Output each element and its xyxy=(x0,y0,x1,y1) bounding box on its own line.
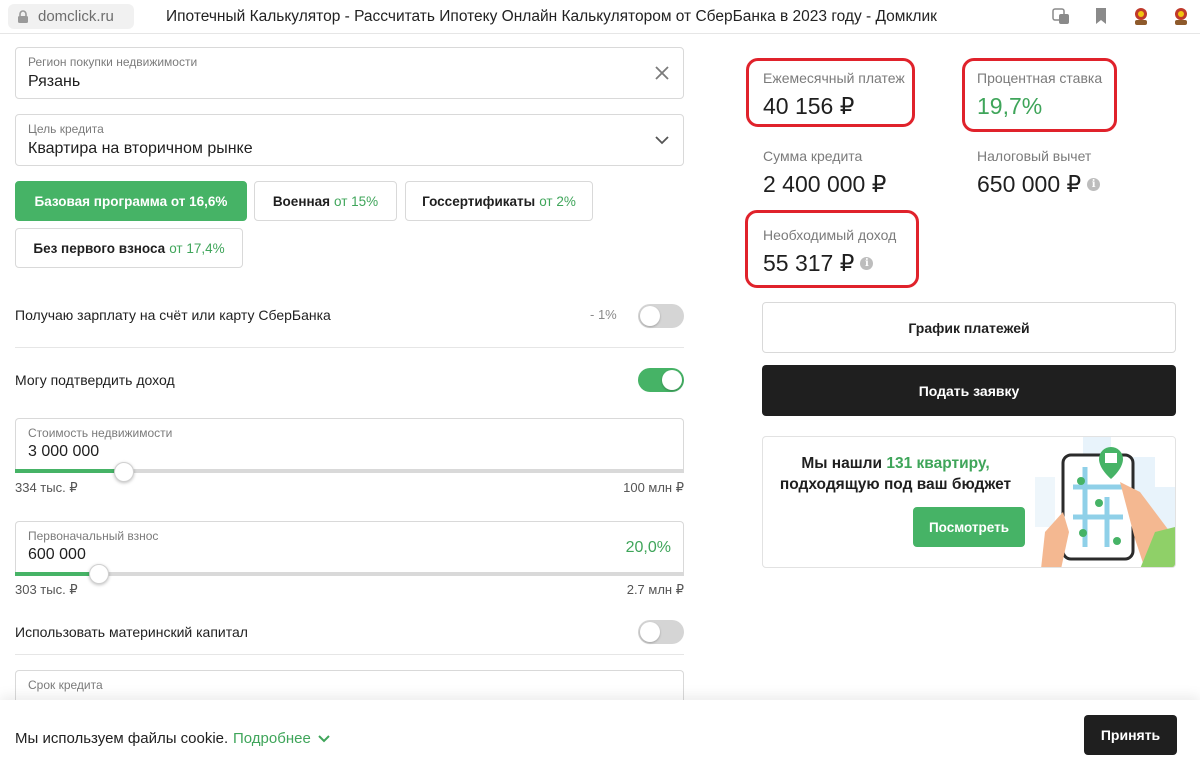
price-field[interactable]: Стоимость недвижимости 3 000 000 xyxy=(15,418,684,472)
purpose-value: Квартира на вторичном рынке xyxy=(28,140,253,157)
bookmark-icon[interactable] xyxy=(1090,5,1112,27)
promo-line2: подходящую под ваш бюджет xyxy=(779,476,1012,493)
highlight-box xyxy=(746,58,915,127)
chevron-down-icon xyxy=(318,734,330,742)
price-label: Стоимость недвижимости xyxy=(28,426,173,440)
down-payment-slider-fill xyxy=(15,572,99,576)
mat-capital-label: Использовать материнский капитал xyxy=(15,624,248,640)
program-chip-rate: от 2% xyxy=(539,193,576,209)
program-chip-label: Базовая программа от 16,6% xyxy=(34,193,228,209)
income-confirm-toggle[interactable] xyxy=(638,368,684,392)
program-chip-no-down-payment[interactable]: Без первого взноса от 17,4% xyxy=(15,228,243,268)
down-payment-percent: 20,0% xyxy=(625,539,671,556)
price-slider-fill xyxy=(15,469,125,473)
loan-amount-label: Сумма кредита xyxy=(763,148,863,164)
loan-amount-value: 2 400 000 ₽ xyxy=(763,171,887,197)
program-chip-label: Без первого взноса xyxy=(33,240,166,256)
divider xyxy=(15,347,684,348)
chevron-down-icon xyxy=(655,136,669,145)
price-min: 334 тыс. ₽ xyxy=(15,480,78,495)
price-max: 100 млн ₽ xyxy=(623,480,684,495)
cookie-text: Мы используем файлы cookie. xyxy=(15,730,229,747)
price-slider-thumb[interactable] xyxy=(114,462,135,482)
promo-text: Мы нашли 131 квартиру, подходящую под ва… xyxy=(763,453,1028,495)
region-field[interactable]: Регион покупки недвижимости Рязань xyxy=(15,47,684,99)
extension-icon[interactable] xyxy=(1130,5,1152,27)
program-chip-base[interactable]: Базовая программа от 16,6% xyxy=(15,181,247,221)
price-value: 3 000 000 xyxy=(28,443,100,460)
cookie-more-link[interactable]: Подробнее xyxy=(233,730,331,747)
program-chip-label: Военная xyxy=(272,193,331,209)
down-payment-min: 303 тыс. ₽ xyxy=(15,582,78,597)
income-confirm-label: Могу подтвердить доход xyxy=(15,372,175,388)
region-value: Рязань xyxy=(28,73,81,90)
down-payment-label: Первоначальный взнос xyxy=(28,529,159,543)
translate-icon[interactable] xyxy=(1050,5,1072,27)
program-chip-military[interactable]: Военная от 15% xyxy=(254,181,397,221)
mat-capital-toggle[interactable] xyxy=(638,620,684,644)
map-illustration-icon xyxy=(1025,437,1175,567)
program-chip-rate: от 17,4% xyxy=(169,240,225,256)
profile-icon[interactable] xyxy=(1170,5,1192,27)
salary-toggle[interactable] xyxy=(638,304,684,328)
cookie-more-label: Подробнее xyxy=(233,730,311,747)
program-chip-certificates[interactable]: Госсертификаты от 2% xyxy=(405,181,593,221)
program-chip-rate: от 15% xyxy=(334,193,379,209)
promo-apartment-count: 131 квартиру, xyxy=(886,455,990,472)
program-chip-label: Госсертификаты xyxy=(422,193,536,209)
down-payment-value: 600 000 xyxy=(28,546,86,563)
down-payment-max: 2.7 млн ₽ xyxy=(626,582,684,597)
down-payment-field[interactable]: Первоначальный взнос 600 000 20,0% xyxy=(15,521,684,575)
url-text: domclick.ru xyxy=(38,8,114,25)
highlight-box xyxy=(745,210,919,288)
tax-deduction-label: Налоговый вычет xyxy=(977,148,1092,164)
view-apartments-button[interactable]: Посмотреть xyxy=(913,507,1025,547)
tax-deduction-value: 650 000 ₽ xyxy=(977,171,1082,197)
promo-line1-pre: Мы нашли xyxy=(801,455,883,472)
accept-cookies-button[interactable]: Принять xyxy=(1084,715,1177,755)
apply-button[interactable]: Подать заявку xyxy=(762,365,1176,416)
clear-icon[interactable] xyxy=(653,64,671,82)
info-icon[interactable]: i xyxy=(1087,178,1101,191)
purpose-label: Цель кредита xyxy=(28,122,104,136)
purpose-select[interactable]: Цель кредита Квартира на вторичном рынке xyxy=(15,114,684,166)
loan-amount: Сумма кредита 2 400 000 ₽ xyxy=(763,148,886,198)
down-payment-slider-track[interactable] xyxy=(15,572,684,576)
lock-icon xyxy=(18,9,28,23)
divider xyxy=(15,654,684,655)
highlight-box xyxy=(962,58,1117,132)
page-title: Ипотечный Калькулятор - Рассчитать Ипоте… xyxy=(166,8,937,25)
salary-label: Получаю зарплату на счёт или карту СберБ… xyxy=(15,307,331,323)
tax-deduction: Налоговый вычет 650 000 ₽ i xyxy=(977,148,1101,198)
term-label: Срок кредита xyxy=(28,678,103,692)
browser-toolbar: domclick.ru Ипотечный Калькулятор - Расс… xyxy=(0,0,1200,34)
cookie-banner: Мы используем файлы cookie. Подробнее Пр… xyxy=(0,700,1200,758)
down-payment-slider-thumb[interactable] xyxy=(88,564,109,584)
address-bar[interactable]: domclick.ru xyxy=(8,4,134,29)
promo-card: Мы нашли 131 квартиру, подходящую под ва… xyxy=(762,436,1176,568)
region-label: Регион покупки недвижимости xyxy=(28,55,198,69)
salary-discount: - 1% xyxy=(590,307,617,322)
payment-schedule-button[interactable]: График платежей xyxy=(762,302,1176,353)
